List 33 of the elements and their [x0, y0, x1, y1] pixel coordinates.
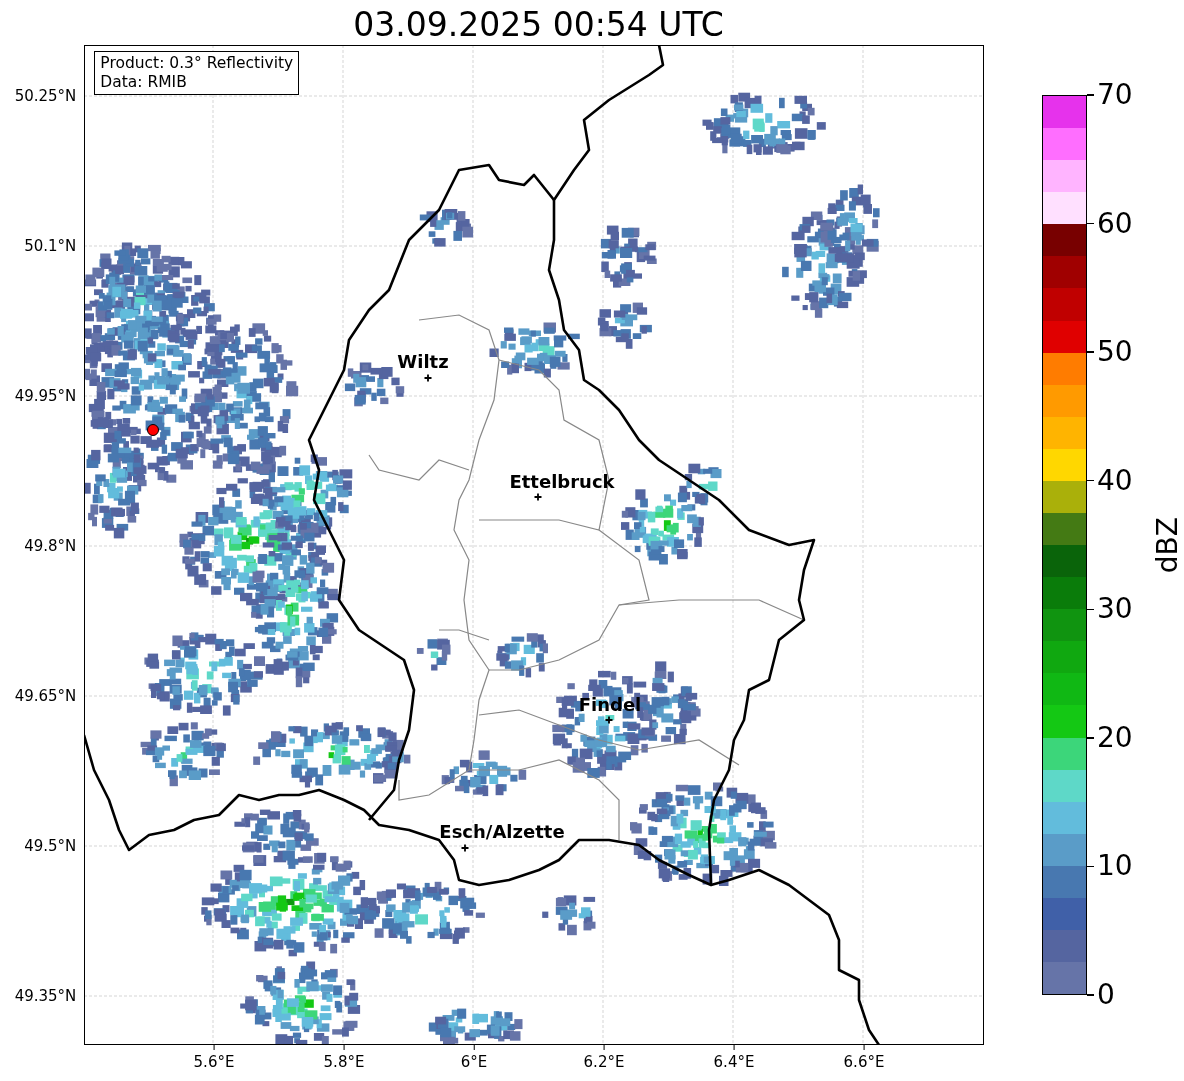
axis-tick-label: 6.4°E — [713, 1053, 755, 1071]
axis-tick-label: 49.65°N — [14, 687, 77, 705]
axis-tick-label: 6°E — [460, 1053, 488, 1071]
axis-tick-label: 50.1°N — [24, 237, 77, 255]
radar-site-marker — [147, 424, 160, 436]
city-marker — [604, 715, 614, 725]
colorbar-tick-label: 10 — [1097, 852, 1133, 881]
city-label: Esch/Alzette — [439, 821, 565, 842]
axis-tick-label: 49.8°N — [24, 537, 77, 555]
axis-tick-label: 6.2°E — [583, 1053, 625, 1071]
info-line: Data: RMIB — [100, 73, 188, 92]
colorbar-tick-label: 20 — [1097, 723, 1133, 752]
axis-tick-label: 49.35°N — [14, 987, 77, 1005]
city-label: Wiltz — [397, 351, 449, 372]
axis-tick-label: 5.8°E — [323, 1053, 365, 1071]
city-marker — [533, 492, 543, 502]
colorbar-tick-label: 60 — [1097, 209, 1133, 238]
axis-tick-label: 49.5°N — [24, 837, 77, 855]
info-line: Product: 0.3° Reflectivity — [100, 54, 294, 73]
colorbar-tick-label: 0 — [1097, 981, 1115, 1009]
colorbar-label: dBZ — [1151, 516, 1184, 574]
city-marker — [423, 373, 433, 383]
colorbar-tick-label: 40 — [1097, 466, 1133, 495]
colorbar-tick-label: 30 — [1097, 595, 1133, 624]
colorbar-tick-label: 70 — [1097, 81, 1133, 109]
axis-tick-label: 5.6°E — [193, 1053, 235, 1071]
axis-tick-label: 50.25°N — [14, 87, 77, 105]
axis-tick-label: 6.6°E — [843, 1053, 885, 1071]
colorbar-tick-label: 50 — [1097, 338, 1133, 367]
city-label: Ettelbruck — [509, 471, 615, 492]
chart-title: 03.09.2025 00:54 UTC — [353, 8, 724, 45]
axis-tick-label: 49.95°N — [14, 387, 77, 405]
city-marker — [460, 843, 470, 853]
